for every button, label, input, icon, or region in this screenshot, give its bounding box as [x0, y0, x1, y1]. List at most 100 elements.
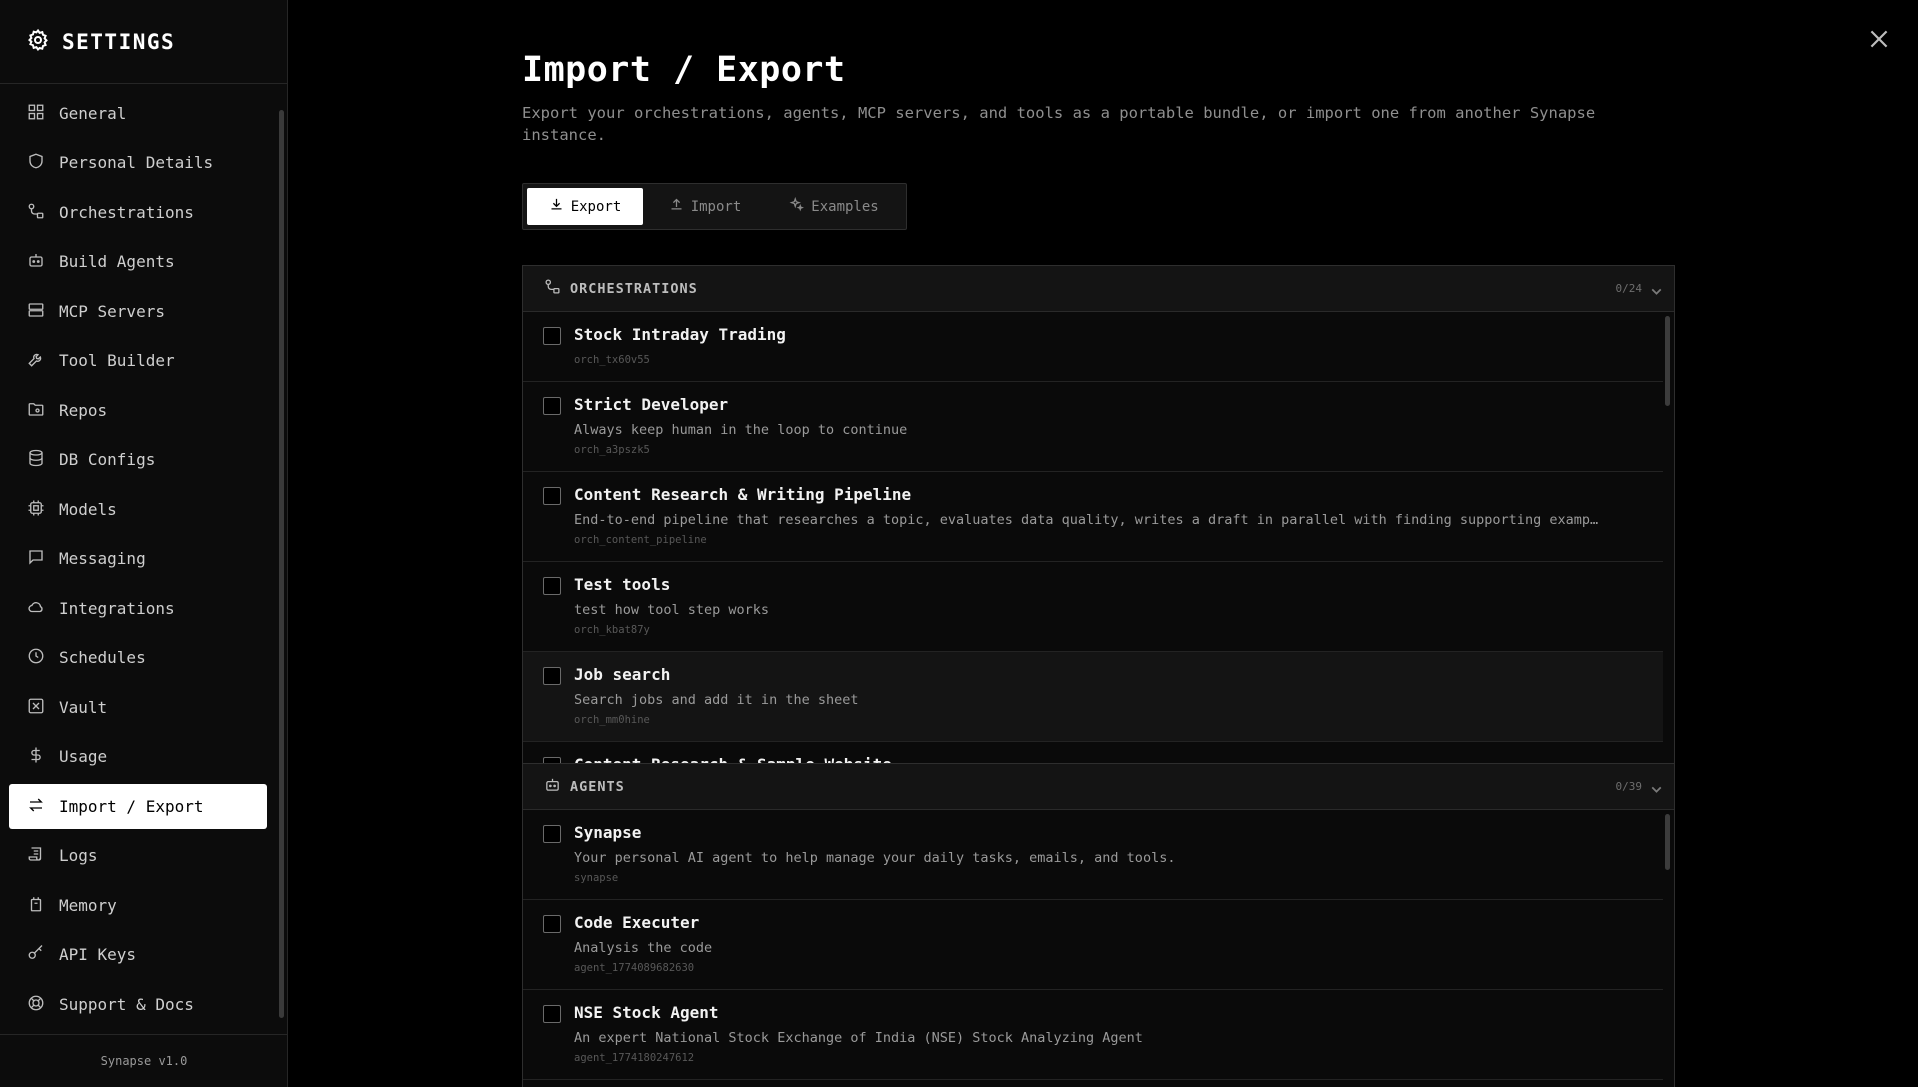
sidebar-item-mcp-servers[interactable]: MCP Servers — [9, 289, 267, 334]
list-scrollbar[interactable] — [1665, 316, 1670, 406]
list-item[interactable]: Content Research & Sample Website — [523, 742, 1663, 763]
checkbox[interactable] — [543, 915, 561, 933]
sidebar-footer: Synapse v1.0 — [0, 1034, 288, 1087]
section-title: ORCHESTRATIONS — [570, 280, 698, 297]
list-item[interactable]: NSE Stock Agent An expert National Stock… — [523, 990, 1663, 1080]
item-name: Content Research & Writing Pipeline — [574, 485, 912, 504]
list-item[interactable]: Stock Intraday Trading orch_tx60v55 — [523, 312, 1663, 382]
list-scrollbar[interactable] — [1665, 814, 1670, 870]
section-title: AGENTS — [570, 778, 625, 795]
list-item[interactable]: Synapse Your personal AI agent to help m… — [523, 810, 1663, 900]
list-item[interactable]: Test tools test how tool step works orch… — [523, 562, 1663, 652]
sidebar-item-label: DB Configs — [59, 450, 156, 469]
selection-count: 0/39 — [1615, 780, 1643, 793]
checkbox[interactable] — [543, 487, 561, 505]
tab-import[interactable]: Import — [647, 188, 763, 225]
page-title: Import / Export — [522, 50, 846, 90]
sidebar-item-logs[interactable]: Logs — [9, 833, 267, 878]
sidebar-item-label: Import / Export — [59, 797, 204, 816]
checkbox[interactable] — [543, 577, 561, 595]
checkbox[interactable] — [543, 397, 561, 415]
tab-examples[interactable]: Examples — [767, 188, 901, 225]
list-item[interactable]: Strict Developer Always keep human in th… — [523, 382, 1663, 472]
tab-label: Export — [570, 198, 622, 215]
sidebar-item-label: Schedules — [59, 648, 146, 667]
list-item[interactable]: Job search Search jobs and add it in the… — [523, 652, 1663, 742]
list-item[interactable]: Code Executer Analysis the code agent_17… — [523, 900, 1663, 990]
agents-section: AGENTS 0/39 Synapse Your personal AI age… — [522, 763, 1675, 1087]
orchestrations-section: ORCHESTRATIONS 0/24 Stock Intraday Tradi… — [522, 265, 1675, 764]
folder-git-icon — [27, 400, 45, 422]
workflow-icon — [27, 202, 45, 224]
tab-label: Import — [690, 198, 742, 215]
sidebar-title: SETTINGS — [62, 29, 176, 54]
sidebar-item-import-export[interactable]: Import / Export — [9, 784, 267, 829]
orchestrations-header[interactable]: ORCHESTRATIONS 0/24 — [523, 266, 1674, 312]
sidebar-item-personal-details[interactable]: Personal Details — [9, 140, 267, 185]
sidebar-scrollbar[interactable] — [279, 110, 284, 1018]
sidebar-item-label: Usage — [59, 747, 108, 766]
sidebar-item-label: Integrations — [59, 599, 175, 618]
item-name: Synapse — [574, 823, 642, 842]
checkbox[interactable] — [543, 327, 561, 345]
sidebar-item-messaging[interactable]: Messaging — [9, 536, 267, 581]
sidebar-header: SETTINGS — [0, 0, 287, 84]
list-item[interactable]: Content Research & Writing Pipeline End-… — [523, 472, 1663, 562]
key-icon — [27, 944, 45, 966]
sidebar-item-label: Tool Builder — [59, 351, 175, 370]
sidebar-item-api-keys[interactable]: API Keys — [9, 932, 267, 977]
bot-icon — [544, 776, 561, 797]
dollar-icon — [27, 746, 45, 768]
sidebar-item-label: Memory — [59, 896, 117, 915]
orchestrations-list[interactable]: Stock Intraday Trading orch_tx60v55 Stri… — [523, 312, 1674, 763]
checkbox[interactable] — [543, 825, 561, 843]
selection-count: 0/24 — [1615, 282, 1643, 295]
close-icon — [1866, 30, 1892, 56]
sidebar-item-repos[interactable]: Repos — [9, 388, 267, 433]
sidebar-item-tool-builder[interactable]: Tool Builder — [9, 338, 267, 383]
sidebar-item-models[interactable]: Models — [9, 487, 267, 532]
item-id: orch_kbat87y — [574, 624, 650, 636]
item-description: Analysis the code — [574, 940, 713, 956]
sidebar-item-label: General — [59, 104, 127, 123]
sidebar-item-general[interactable]: General — [9, 91, 267, 136]
arrows-swap-icon — [27, 796, 45, 818]
database-icon — [27, 449, 45, 471]
sidebar-item-memory[interactable]: Memory — [9, 883, 267, 928]
item-description: test how tool step works — [574, 602, 770, 618]
sidebar-item-integrations[interactable]: Integrations — [9, 586, 267, 631]
item-name: Stock Intraday Trading — [574, 325, 786, 344]
bot-icon — [27, 251, 45, 273]
sidebar-item-vault[interactable]: Vault — [9, 685, 267, 730]
sidebar-item-label: Personal Details — [59, 153, 214, 172]
sidebar-item-label: Build Agents — [59, 252, 175, 271]
agents-list[interactable]: Synapse Your personal AI agent to help m… — [523, 810, 1674, 1087]
server-icon — [27, 301, 45, 323]
item-name: Job search — [574, 665, 671, 684]
vault-icon — [27, 697, 45, 719]
tab-label: Examples — [811, 198, 879, 215]
item-id: agent_1774089682630 — [574, 962, 695, 974]
download-icon — [549, 197, 571, 216]
agents-header[interactable]: AGENTS 0/39 — [523, 764, 1674, 810]
sidebar-item-orchestrations[interactable]: Orchestrations — [9, 190, 267, 235]
sidebar-item-usage[interactable]: Usage — [9, 734, 267, 779]
item-description: An expert National Stock Exchange of Ind… — [574, 1030, 1143, 1046]
grid-icon — [27, 103, 45, 125]
close-button[interactable] — [1866, 26, 1892, 52]
sidebar-item-label: Vault — [59, 698, 108, 717]
sidebar-item-db-configs[interactable]: DB Configs — [9, 437, 267, 482]
shield-icon — [27, 152, 45, 174]
tab-export[interactable]: Export — [527, 188, 643, 225]
sidebar-item-schedules[interactable]: Schedules — [9, 635, 267, 680]
settings-sidebar: SETTINGS General Personal Details Orches… — [0, 0, 288, 1087]
sidebar-item-support-docs[interactable]: Support & Docs — [9, 982, 267, 1027]
workflow-icon — [544, 278, 561, 299]
chevron-down-icon — [1648, 283, 1662, 295]
checkbox[interactable] — [543, 1005, 561, 1023]
item-id: orch_mm0hine — [574, 714, 650, 726]
sidebar-item-build-agents[interactable]: Build Agents — [9, 239, 267, 284]
message-icon — [27, 548, 45, 570]
checkbox[interactable] — [543, 667, 561, 685]
item-id: agent_1774180247612 — [574, 1052, 695, 1064]
